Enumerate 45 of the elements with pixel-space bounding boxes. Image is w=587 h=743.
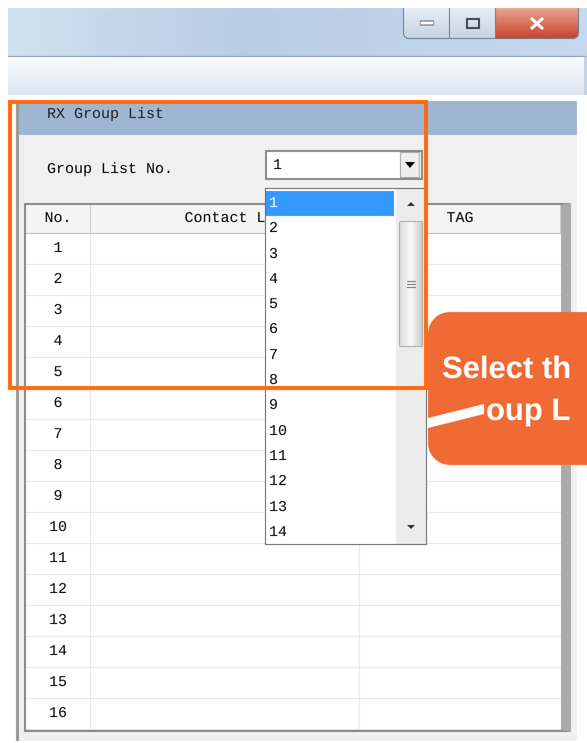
dropdown-option[interactable]: 14 — [266, 520, 394, 546]
close-button[interactable] — [496, 8, 578, 38]
dropdown-option[interactable]: 4 — [266, 266, 394, 292]
scroll-up-icon — [406, 201, 416, 207]
scroll-thumb[interactable] — [399, 221, 423, 347]
dropdown-option[interactable]: 10 — [266, 418, 394, 444]
row-number: 16 — [48, 704, 68, 724]
row-number: 15 — [48, 673, 68, 693]
row-number: 9 — [52, 487, 64, 507]
row-number: 2 — [52, 270, 64, 290]
row-number: 1 — [52, 239, 64, 259]
row-number: 11 — [48, 549, 68, 569]
dropdown-option[interactable]: 9 — [266, 393, 394, 419]
row-number: 3 — [52, 301, 64, 321]
row-number: 12 — [48, 580, 68, 600]
dropdown-option[interactable]: 7 — [266, 342, 394, 368]
close-icon — [529, 16, 545, 30]
row-number: 8 — [52, 456, 64, 476]
dropdown-option[interactable]: 12 — [266, 469, 394, 495]
panel-title: RX Group List — [19, 101, 577, 135]
group-list-label: Group List No. — [47, 160, 174, 178]
callout-text: oup L — [486, 392, 570, 428]
minimize-button[interactable] — [404, 8, 450, 38]
maximize-button[interactable] — [450, 8, 496, 38]
row-number: 14 — [48, 642, 68, 662]
row-number: 6 — [52, 394, 64, 414]
dropdown-option[interactable]: 6 — [266, 317, 394, 343]
grip-icon — [406, 280, 416, 288]
group-list-dropdown[interactable]: 1 — [265, 150, 423, 180]
dropdown-option[interactable]: 8 — [266, 368, 394, 394]
scroll-down-icon — [406, 524, 416, 530]
column-header: No. — [26, 205, 91, 234]
minimize-icon — [420, 20, 434, 26]
row-number: 7 — [52, 425, 64, 445]
row-number: 10 — [48, 518, 68, 538]
maximize-icon — [466, 18, 480, 28]
scrollbar[interactable] — [396, 189, 426, 544]
row-number: 5 — [52, 363, 64, 383]
row-number: 4 — [52, 332, 64, 352]
row-number: 13 — [48, 611, 68, 631]
dropdown-option[interactable]: 5 — [266, 292, 394, 318]
dropdown-option[interactable]: 13 — [266, 494, 394, 520]
dropdown-option[interactable]: 3 — [266, 242, 394, 267]
callout-text: Select th — [442, 350, 572, 386]
dropdown-option[interactable]: 11 — [266, 444, 394, 470]
